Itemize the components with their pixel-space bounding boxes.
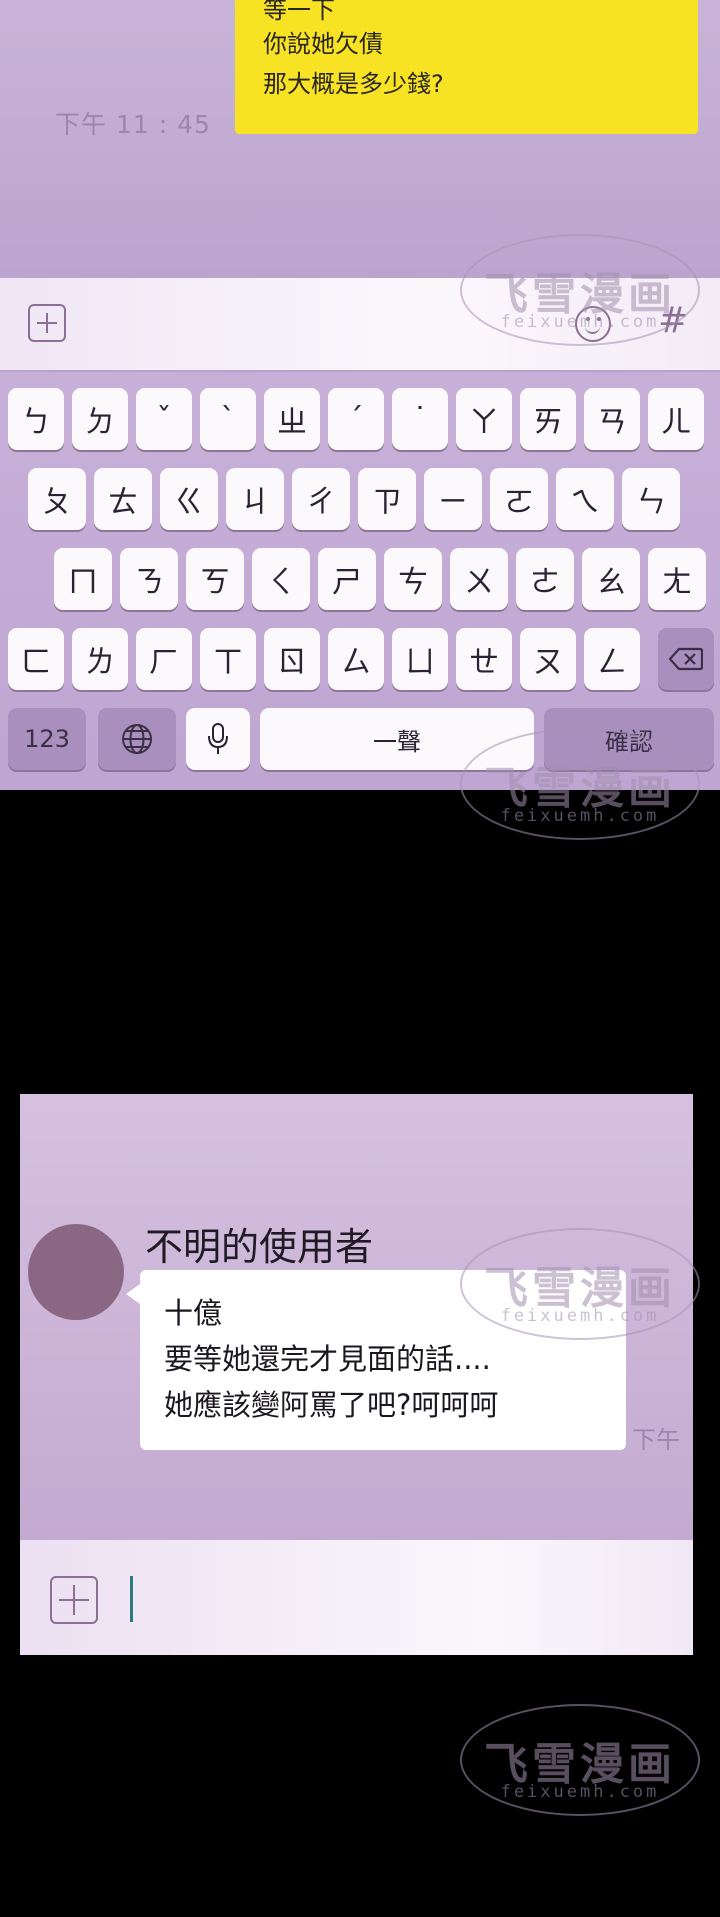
key[interactable]: ㄦ [648, 388, 704, 450]
watermark-logo: 飞雪漫画 feixuemh.com [445, 1200, 715, 1370]
backspace-key[interactable] [658, 628, 714, 690]
watermark-logo: 飞雪漫画 feixuemh.com [445, 206, 715, 376]
message-timestamp: 下午 11 : 45 [55, 110, 211, 139]
watermark-url: feixuemh.com [500, 312, 660, 332]
key[interactable]: ㄟ [556, 468, 614, 530]
text-cursor [130, 1576, 133, 1622]
key[interactable]: ˋ [200, 388, 256, 450]
key[interactable]: ㄊ [94, 468, 152, 530]
key[interactable]: ˙ [392, 388, 448, 450]
key[interactable]: ㄎ [186, 548, 244, 610]
key[interactable]: ㄜ [516, 548, 574, 610]
watermark-url: feixuemh.com [500, 1782, 660, 1802]
key[interactable]: ㄙ [328, 628, 384, 690]
key[interactable]: ㄠ [582, 548, 640, 610]
key[interactable]: ㄑ [252, 548, 310, 610]
key[interactable]: ㄈ [8, 628, 64, 690]
key[interactable]: ㄚ [456, 388, 512, 450]
chat-panel-bottom: 不明的使用者 十億 要等她還完才見面的話.... 她應該變阿罵了吧?呵呵呵 下午 [20, 1094, 693, 1655]
key[interactable]: ˊ [328, 388, 384, 450]
outgoing-message-bubble: 等一下 你說她欠債 那大概是多少錢? [235, 0, 698, 134]
key[interactable]: ㄆ [28, 468, 86, 530]
key[interactable]: ㄣ [622, 468, 680, 530]
message-line: 等一下 [263, 0, 335, 24]
key[interactable]: ㄓ [264, 388, 320, 450]
watermark-url: feixuemh.com [500, 806, 660, 826]
key[interactable]: ㄢ [584, 388, 640, 450]
key[interactable]: ㄧ [424, 468, 482, 530]
key[interactable]: ㄤ [648, 548, 706, 610]
key[interactable]: ㄗ [358, 468, 416, 530]
message-line: 你說她欠債 [263, 30, 383, 58]
key[interactable]: ㄡ [520, 628, 576, 690]
key[interactable]: ㄕ [318, 548, 376, 610]
key[interactable]: ㄛ [490, 468, 548, 530]
dictation-key[interactable] [186, 708, 250, 770]
message-line: 那大概是多少錢? [263, 70, 444, 98]
key[interactable]: ㄥ [584, 628, 640, 690]
message-line: 要等她還完才見面的話.... [164, 1342, 491, 1376]
message-timestamp: 下午 [632, 1426, 680, 1454]
language-key[interactable] [98, 708, 176, 770]
key[interactable]: ㄔ [292, 468, 350, 530]
key[interactable]: ㄋ [120, 548, 178, 610]
key[interactable]: ㄇ [54, 548, 112, 610]
avatar[interactable] [28, 1224, 124, 1320]
numbers-key[interactable]: 123 [8, 708, 86, 770]
key[interactable]: ㄝ [456, 628, 512, 690]
key[interactable]: ㄖ [264, 628, 320, 690]
key[interactable]: ㄅ [8, 388, 64, 450]
key[interactable]: ㄍ [160, 468, 218, 530]
key[interactable]: ㄘ [384, 548, 442, 610]
key[interactable]: ㄐ [226, 468, 284, 530]
key[interactable]: ㄞ [520, 388, 576, 450]
watermark-logo: 飞雪漫画 feixuemh.com [445, 1676, 715, 1846]
key[interactable]: ㄉ [72, 388, 128, 450]
key[interactable]: ㄩ [392, 628, 448, 690]
watermark-logo: 飞雪漫画 feixuemh.com [445, 700, 715, 870]
add-attachment-icon[interactable] [28, 304, 66, 342]
message-line: 她應該變阿罵了吧?呵呵呵 [164, 1388, 499, 1422]
sender-name: 不明的使用者 [145, 1225, 374, 1269]
watermark-url: feixuemh.com [500, 1306, 660, 1326]
key[interactable]: ㄒ [200, 628, 256, 690]
chat-panel-top: 等一下 你說她欠債 那大概是多少錢? 下午 11 : 45 # ㄅ ㄉ ˇ ˋ … [0, 0, 720, 790]
key[interactable]: ㄌ [72, 628, 128, 690]
key[interactable]: ˇ [136, 388, 192, 450]
key[interactable]: ㄏ [136, 628, 192, 690]
key[interactable]: ㄨ [450, 548, 508, 610]
add-attachment-icon[interactable] [50, 1576, 98, 1624]
globe-icon [122, 724, 152, 754]
message-line: 十億 [164, 1296, 223, 1330]
message-input-bar[interactable] [20, 1540, 693, 1655]
backspace-icon [669, 647, 703, 671]
microphone-icon [208, 723, 228, 754]
